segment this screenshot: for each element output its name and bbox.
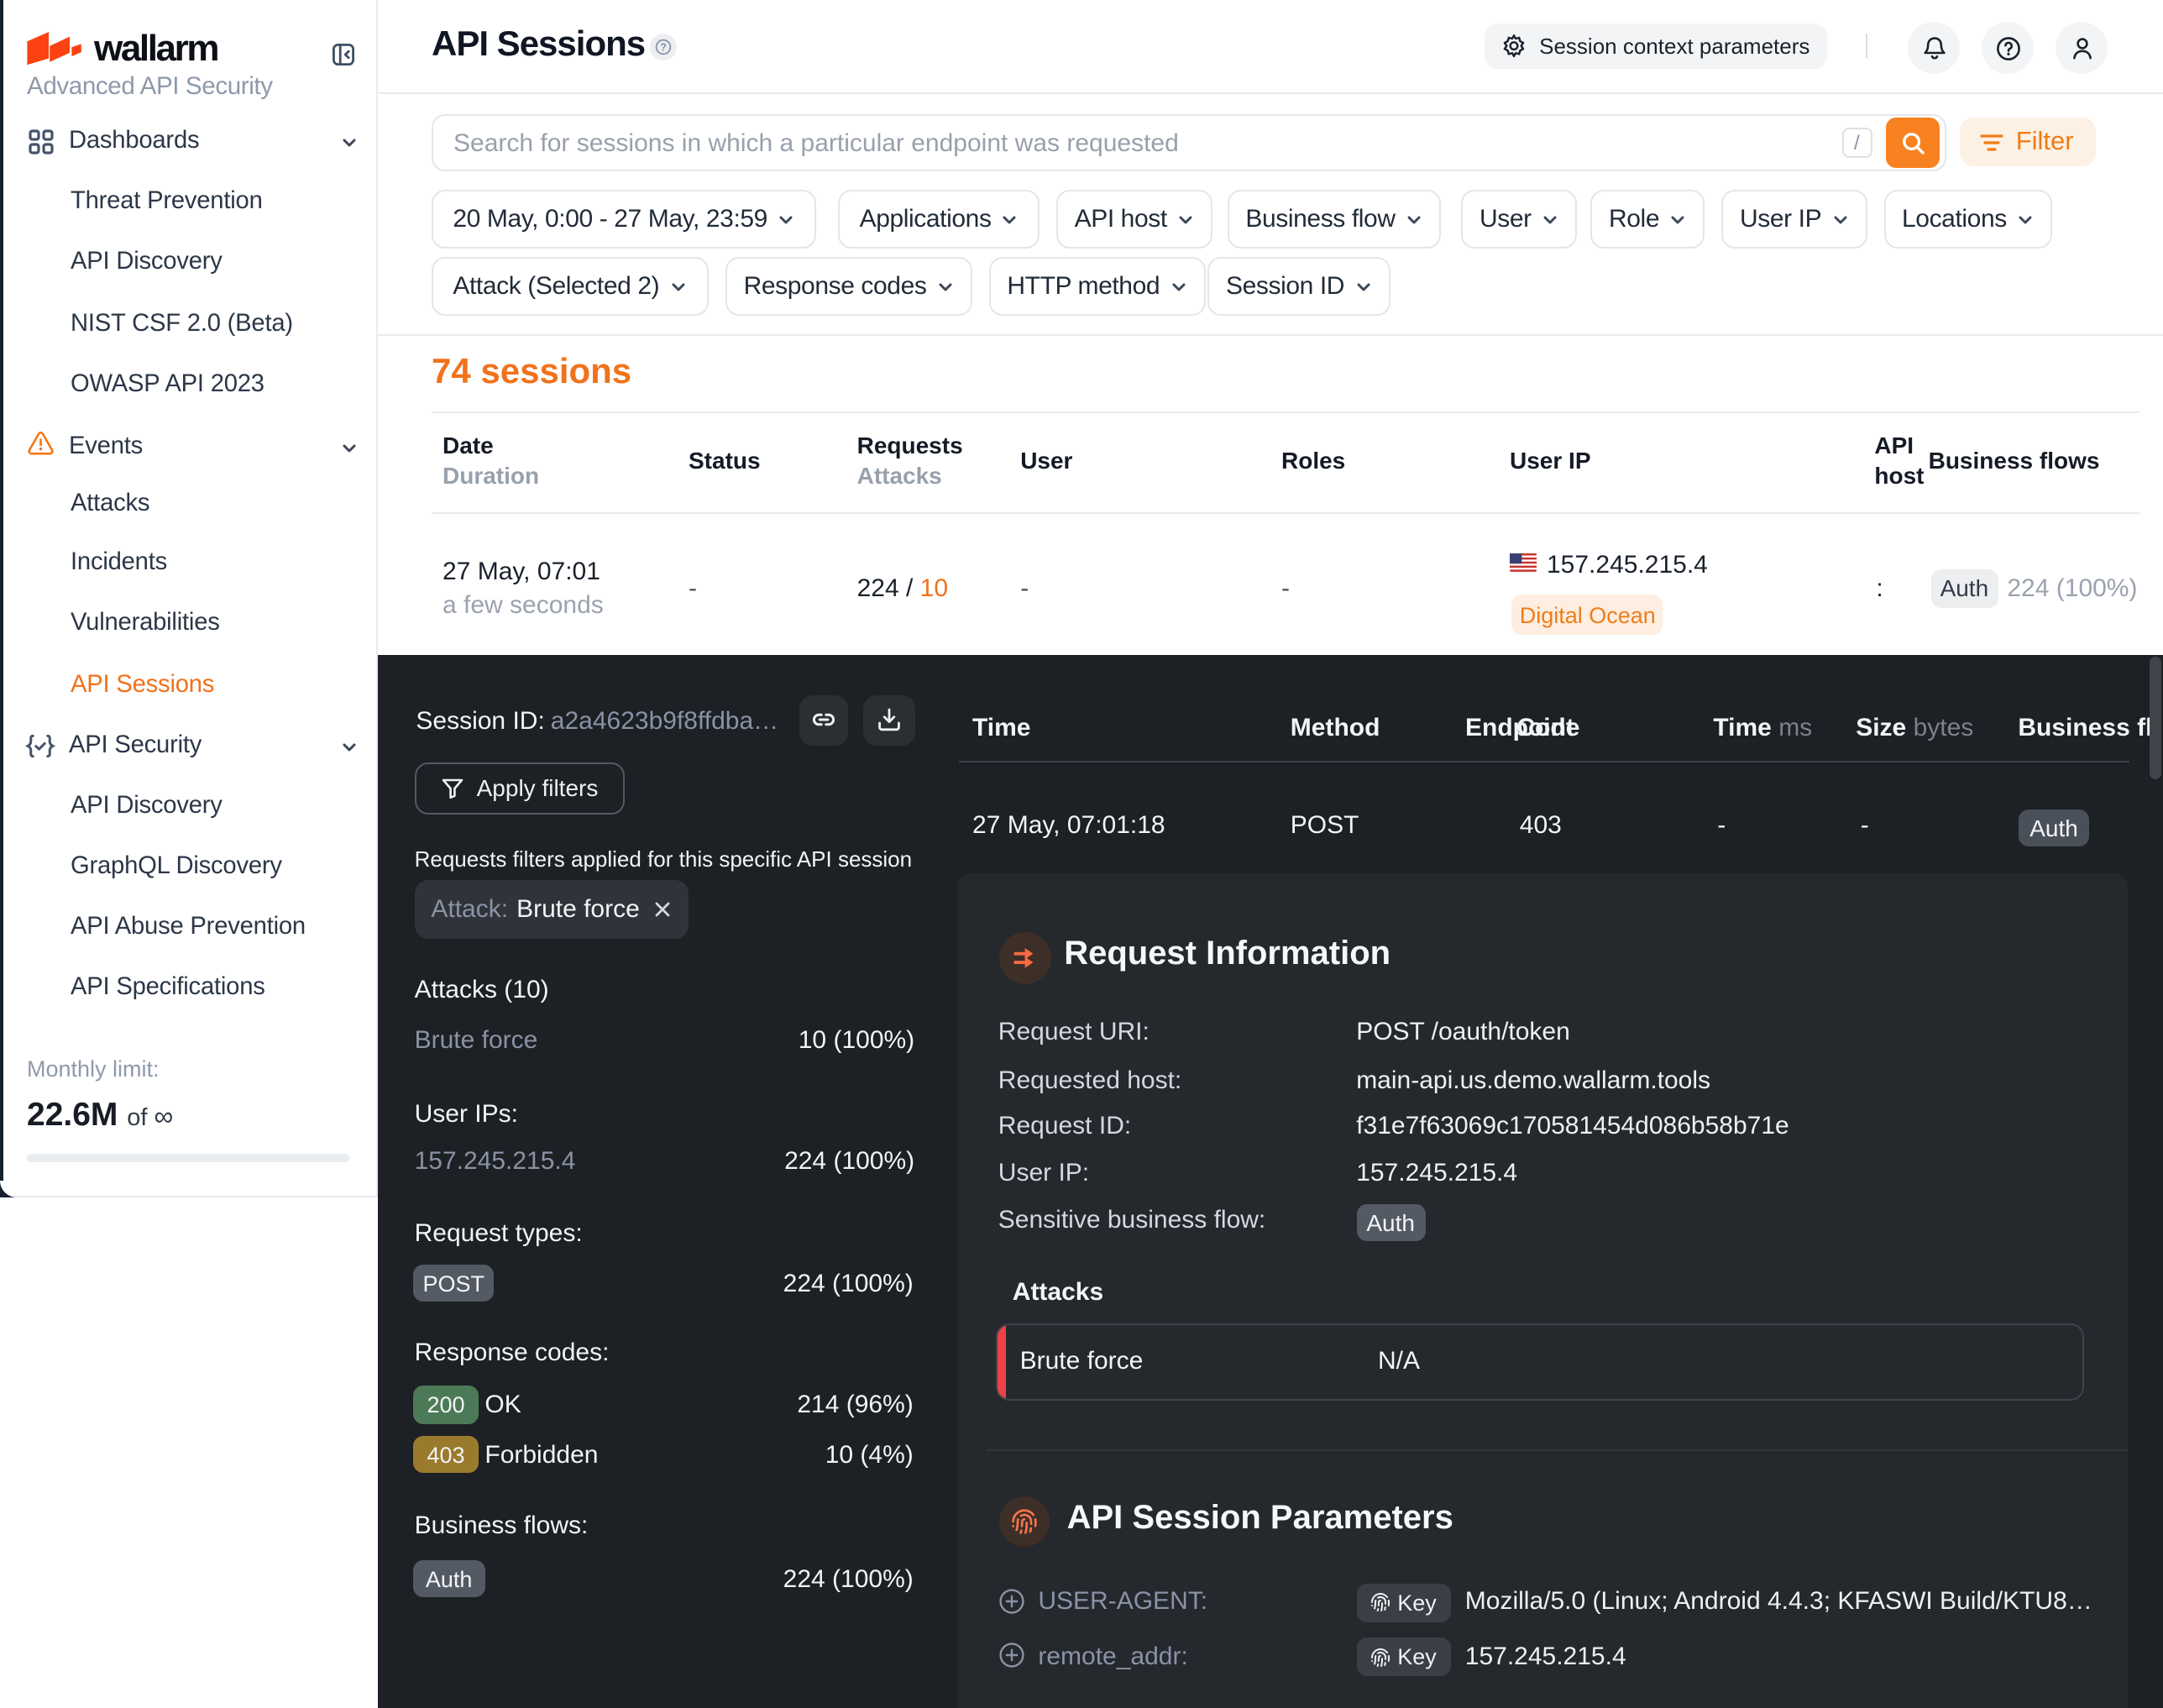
svg-text:?: ? xyxy=(660,41,667,54)
